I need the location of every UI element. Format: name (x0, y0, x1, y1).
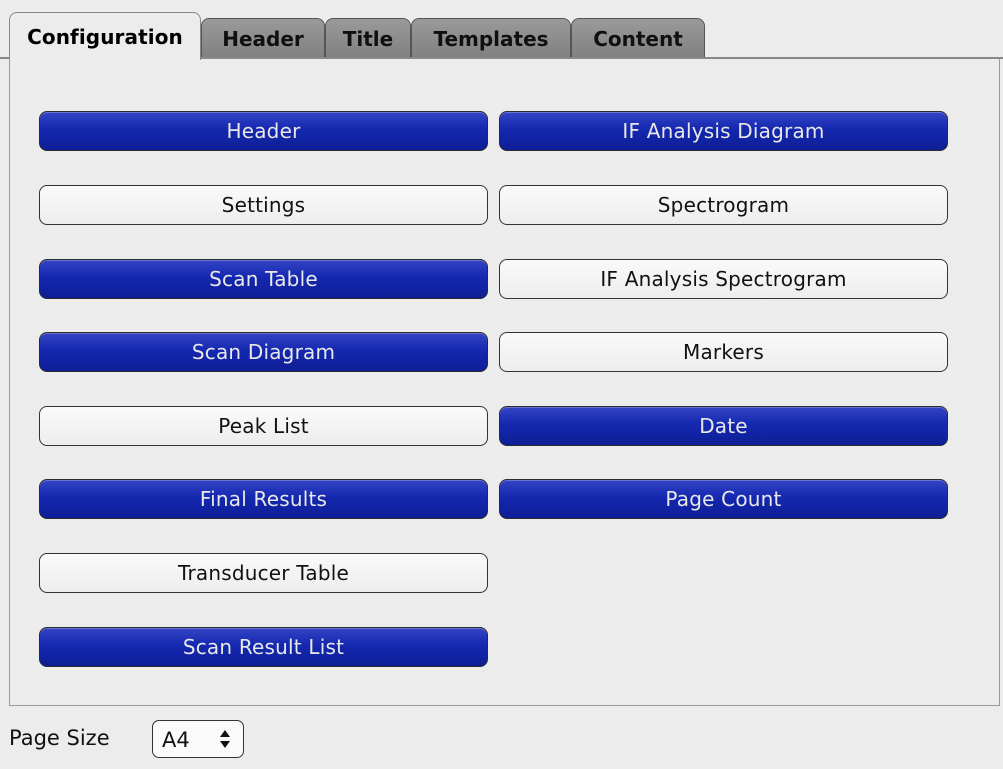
configuration-panel: Header Settings Scan Table Scan Diagram … (9, 58, 1000, 706)
transducer-table-toggle[interactable]: Transducer Table (39, 553, 488, 593)
header-toggle[interactable]: Header (39, 111, 488, 151)
tab-bar: Configuration Header Title Templates Con… (0, 0, 1003, 60)
markers-toggle[interactable]: Markers (499, 332, 948, 372)
tab-content[interactable]: Content (571, 18, 705, 58)
final-results-toggle[interactable]: Final Results (39, 479, 488, 519)
page-size-value: A4 (162, 728, 190, 752)
settings-toggle[interactable]: Settings (39, 185, 488, 225)
scan-result-list-toggle[interactable]: Scan Result List (39, 627, 488, 667)
if-analysis-spectrogram-toggle[interactable]: IF Analysis Spectrogram (499, 259, 948, 299)
date-toggle[interactable]: Date (499, 406, 948, 446)
page-count-toggle[interactable]: Page Count (499, 479, 948, 519)
tab-templates-label: Templates (433, 26, 549, 51)
tab-header[interactable]: Header (201, 18, 325, 58)
peak-list-toggle[interactable]: Peak List (39, 406, 488, 446)
tab-configuration-label: Configuration (27, 24, 183, 49)
footer: Page Size A4 (0, 710, 1003, 769)
tab-configuration[interactable]: Configuration (9, 12, 201, 60)
scan-table-toggle[interactable]: Scan Table (39, 259, 488, 299)
scan-diagram-toggle[interactable]: Scan Diagram (39, 332, 488, 372)
tab-header-label: Header (222, 26, 304, 51)
page-size-label: Page Size (9, 726, 110, 750)
tab-templates[interactable]: Templates (411, 18, 571, 58)
up-down-arrows-icon (220, 730, 230, 748)
tab-title[interactable]: Title (325, 18, 411, 58)
if-analysis-diagram-toggle[interactable]: IF Analysis Diagram (499, 111, 948, 151)
spectrogram-toggle[interactable]: Spectrogram (499, 185, 948, 225)
tab-title-label: Title (342, 26, 394, 51)
tab-content-label: Content (593, 26, 683, 51)
page-size-select[interactable]: A4 (152, 720, 244, 758)
